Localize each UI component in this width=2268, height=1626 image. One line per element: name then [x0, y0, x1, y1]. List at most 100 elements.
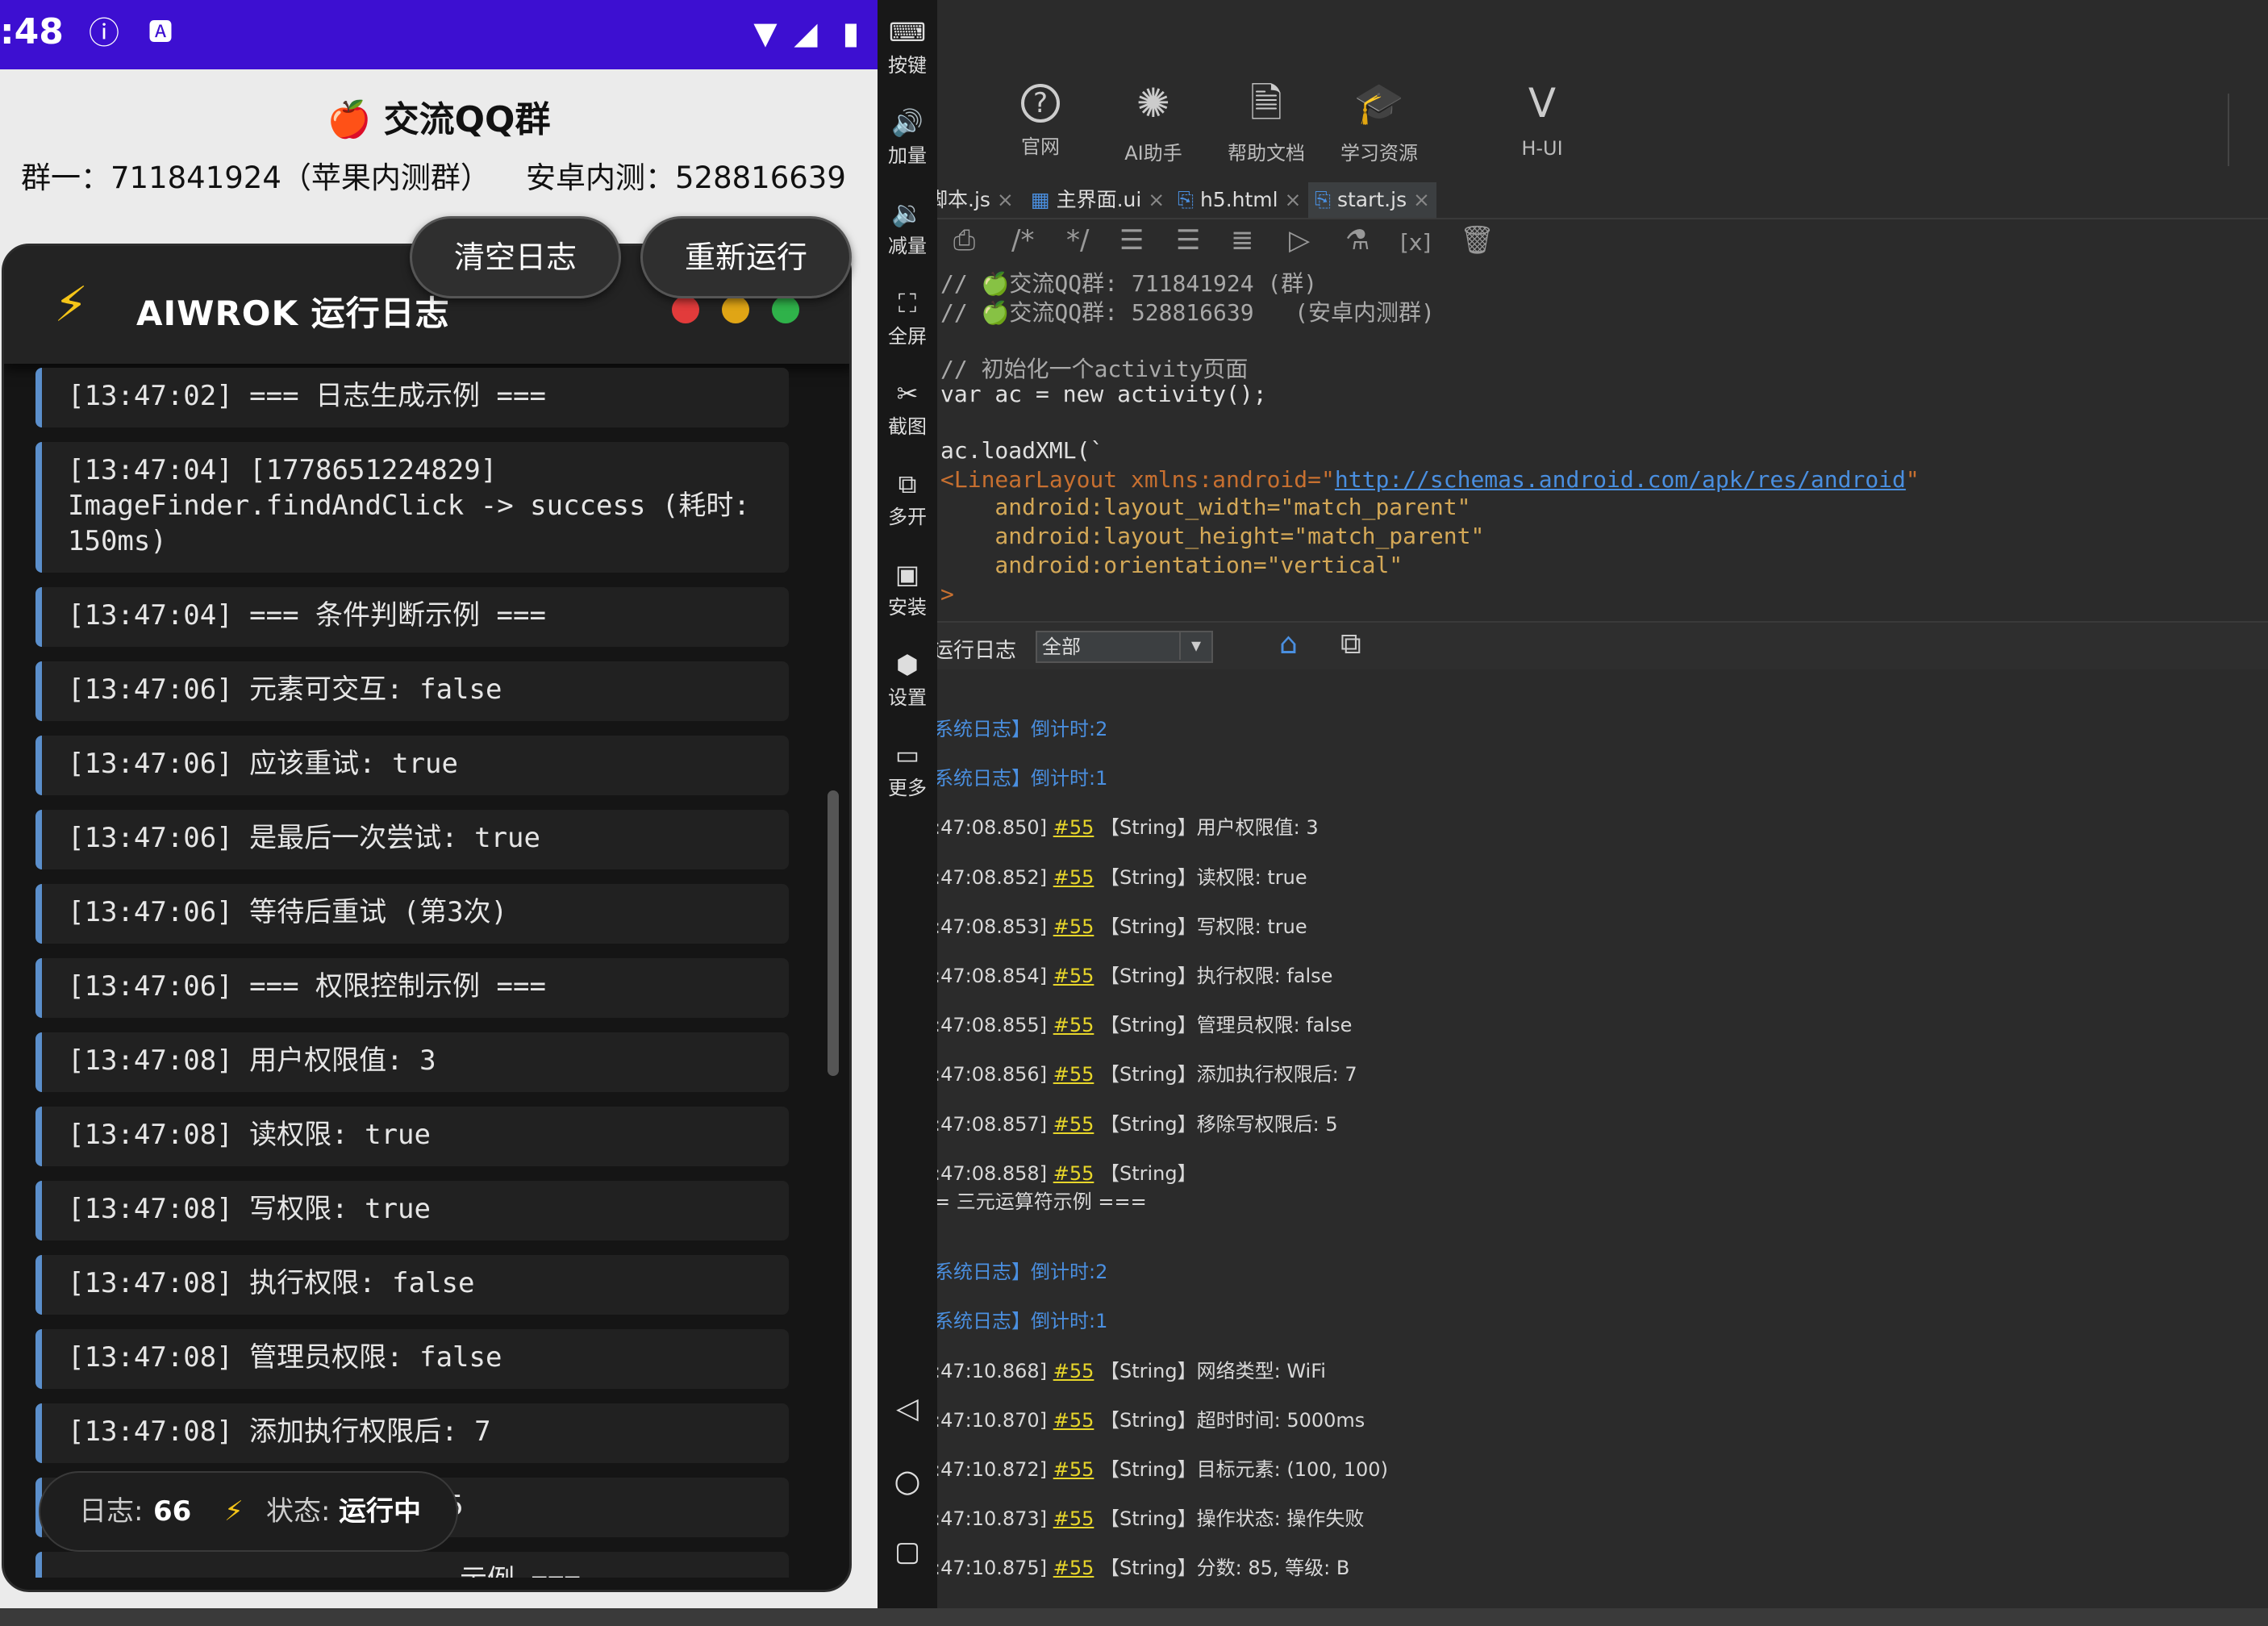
sidebar-button-label: 减量 [888, 235, 927, 257]
close-icon[interactable]: × [1278, 188, 1302, 211]
trash-icon[interactable]: 🗑 [1460, 224, 1495, 256]
log-tag-link[interactable]: #55 [1053, 816, 1094, 839]
sidebar-button-按键[interactable]: ⌨ 按键 [878, 13, 937, 79]
clear-log-button[interactable]: 清空日志 [410, 216, 621, 298]
status-value: 运行中 [339, 1495, 421, 1528]
log-time: :47:10.872] [937, 1458, 1048, 1481]
toolbar-label: H-UI [1521, 137, 1563, 160]
log-spacer [1047, 965, 1053, 987]
sidebar-button-全屏[interactable]: ⛶ 全屏 [878, 284, 937, 350]
log-entry: [13:47:04] === 条件判断示例 === [35, 587, 789, 647]
apk-icon: ▣ [894, 559, 920, 590]
log-tag-link[interactable]: #55 [1053, 1113, 1094, 1136]
html-file-icon: ⎘ [1178, 188, 1200, 211]
log-text: 【String】管理员权限: false [1100, 1014, 1353, 1037]
log-tag-link[interactable]: #55 [1053, 1507, 1094, 1530]
phone-screen: :48 ⓘ 🅰 ▼ ◢ ▮ 🍎 交流QQ群 群一：711841924（苹果内测群… [0, 0, 878, 1626]
log-tag-link[interactable]: #55 [1053, 866, 1094, 889]
log-line: :47:08.853] #55 【String】写权限: true [937, 911, 1307, 939]
log-text: 【String】写权限: true [1100, 915, 1307, 938]
log-tag-link[interactable]: #55 [1053, 1063, 1094, 1086]
log-tag-link[interactable]: #55 [1053, 1557, 1094, 1579]
log-tag-link[interactable]: #55 [1053, 915, 1094, 938]
code-editor[interactable]: // 🍏交流QQ群: 711841924 (群)// 🍏交流QQ群: 52881… [937, 265, 2268, 616]
log-tag-link[interactable]: #55 [1053, 1409, 1094, 1432]
vue-logo-icon: V [1528, 80, 1557, 127]
close-icon[interactable]: × [1141, 188, 1165, 211]
help-circle-icon: ? [1021, 84, 1060, 123]
log-line: 系统日志】倒计时:1 [937, 1310, 1108, 1333]
comment-icon[interactable]: /* [1011, 224, 1034, 256]
home-nav-button[interactable]: ○ [878, 1463, 937, 1499]
open-external-icon[interactable]: ⧉ [1340, 627, 1361, 661]
tab-h5.html[interactable]: ⎘ h5.html × [1171, 182, 1308, 218]
code-link[interactable]: http://schemas.android.com/apk/res/andro… [1335, 466, 1906, 493]
yellow-dot-icon [722, 296, 749, 323]
log-spacer [1094, 1507, 1100, 1530]
recent-nav-button[interactable]: ▢ [878, 1536, 937, 1568]
log-tag-link[interactable]: #55 [1053, 1014, 1094, 1036]
uncomment-icon[interactable]: */ [1066, 224, 1089, 256]
log-spacer [1047, 1014, 1053, 1036]
volume-up-icon: 🔊 [891, 107, 923, 138]
log-spacer [1047, 816, 1053, 839]
log-spacer [1047, 1458, 1053, 1481]
indent-icon[interactable]: ☰ [1119, 224, 1144, 256]
log-line: 系统日志】倒计时:2 [937, 718, 1108, 740]
toolbar-帮助文档[interactable]: 🗎 帮助文档 [1210, 77, 1323, 165]
code-line: > [940, 581, 954, 607]
tab-start.js[interactable]: ⎘ start.js × [1308, 182, 1437, 218]
keyboard-a-icon: 🅰 [148, 19, 173, 47]
log-tag-link[interactable]: #55 [1053, 1458, 1094, 1481]
code-token: " [1905, 466, 1920, 493]
variable-icon[interactable]: [x] [1400, 229, 1431, 256]
log-spacer [1094, 1409, 1100, 1432]
log-entry: [13:47:06] 等待后重试 (第3次) [35, 884, 789, 944]
log-spacer [1047, 1063, 1053, 1086]
log-entry: [13:47:08] 写权限: true [35, 1181, 789, 1240]
qq-group-android: 安卓内测：528816639 [526, 161, 846, 195]
outdent-icon[interactable]: ☰ [1176, 224, 1200, 256]
log-text: 【String】分数: 85, 等级: B [1100, 1557, 1350, 1580]
log-line: :47:08.858] #55 【String】 [937, 1157, 1197, 1186]
green-dot-icon [772, 296, 799, 323]
log-filter-select[interactable]: 全部 ▾ [1036, 631, 1213, 663]
code-line: // 初始化一个activity页面 [940, 356, 1249, 382]
toolbar-官网[interactable]: ? 官网 [984, 77, 1097, 159]
log-tag-link[interactable]: #55 [1053, 1162, 1094, 1185]
tab-主界面.ui[interactable]: ▦ 主界面.ui × [1024, 182, 1171, 218]
sidebar-button-减量[interactable]: 🔉 减量 [878, 194, 937, 260]
status-bar: :48 ⓘ 🅰 ▼ ◢ ▮ [0, 0, 878, 69]
log-entries[interactable]: [13:47:02] === 日志生成示例 === [13:47:04] [177… [35, 368, 789, 1578]
log-spacer [1094, 965, 1100, 987]
log-scrollbar[interactable] [828, 790, 839, 1076]
log-line: :47:10.870] #55 【String】超时时间: 5000ms [937, 1404, 1365, 1432]
print-icon[interactable]: ⎙ [953, 224, 975, 256]
log-time: :47:08.852] [937, 865, 1048, 889]
tab-脚本.js[interactable]: 脚本.js × [937, 182, 1020, 218]
log-tag-link[interactable]: #55 [1053, 1360, 1094, 1382]
log-line: :47:10.873] #55 【String】操作状态: 操作失败 [937, 1503, 1364, 1531]
toolbar-AI助手[interactable]: ✺ AI助手 [1097, 77, 1210, 165]
log-panel-title: AIWROK 运行日志 [136, 294, 450, 333]
sidebar-button-截图[interactable]: ✂ 截图 [878, 374, 937, 440]
run-icon[interactable]: ▷ [1289, 224, 1310, 256]
sidebar-button-更多[interactable]: ▭ 更多 [878, 736, 937, 802]
format-icon[interactable]: ≣ [1231, 224, 1254, 256]
log-text: 【String】操作状态: 操作失败 [1100, 1507, 1365, 1531]
sidebar-button-多开[interactable]: ⧉ 多开 [878, 465, 937, 531]
close-icon[interactable]: × [990, 188, 1014, 211]
test-flask-icon[interactable]: ⚗ [1345, 224, 1370, 256]
sidebar-button-安装[interactable]: ▣ 安装 [878, 555, 937, 621]
sidebar-button-加量[interactable]: 🔊 加量 [878, 103, 937, 169]
back-nav-button[interactable]: ◁ [878, 1392, 937, 1425]
broom-icon[interactable]: ⌂ [1279, 627, 1298, 661]
sidebar-button-设置[interactable]: ⬢ 设置 [878, 645, 937, 711]
log-output[interactable]: 系统日志】倒计时:2 系统日志】倒计时:1:47:08.850] #55 【Str… [937, 673, 2268, 1626]
log-entry: [13:47:08] 管理员权限: false [35, 1329, 789, 1389]
toolbar-学习资源[interactable]: 🎓 学习资源 [1323, 77, 1436, 165]
toolbar-H-UI[interactable]: V H-UI [1486, 77, 1599, 160]
log-tag-link[interactable]: #55 [1053, 965, 1094, 987]
rerun-button[interactable]: 重新运行 [640, 216, 852, 298]
close-icon[interactable]: × [1407, 188, 1430, 211]
